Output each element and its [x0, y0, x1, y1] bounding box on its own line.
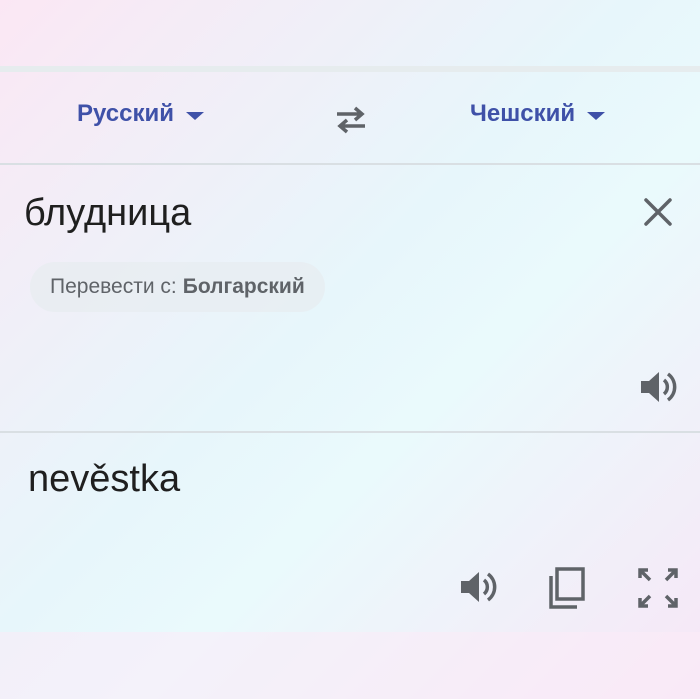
source-language-selector[interactable]: Русский [77, 100, 204, 128]
swap-arrows-icon[interactable] [331, 104, 371, 136]
fullscreen-icon[interactable] [636, 566, 680, 610]
top-area [0, 0, 700, 66]
target-language-selector[interactable]: Чешский [470, 100, 606, 128]
detected-language: Болгарский [182, 275, 305, 298]
langbar-divider [0, 163, 700, 165]
chevron-down-icon [185, 112, 204, 120]
copy-icon[interactable] [545, 566, 587, 610]
close-icon[interactable] [638, 192, 678, 232]
bottom-area [0, 632, 700, 699]
input-output-divider [0, 431, 700, 433]
detect-prefix: Перевести с: [50, 275, 177, 298]
target-language-label: Чешский [470, 100, 576, 127]
speaker-icon[interactable] [457, 566, 499, 608]
chevron-down-icon [587, 112, 606, 120]
speaker-icon[interactable] [637, 366, 679, 408]
source-text-input[interactable]: блудница [24, 192, 191, 235]
translation-output: nevěstka [28, 458, 181, 500]
detected-language-chip[interactable]: Перевести с: Болгарский [30, 262, 325, 312]
source-language-label: Русский [77, 100, 174, 127]
